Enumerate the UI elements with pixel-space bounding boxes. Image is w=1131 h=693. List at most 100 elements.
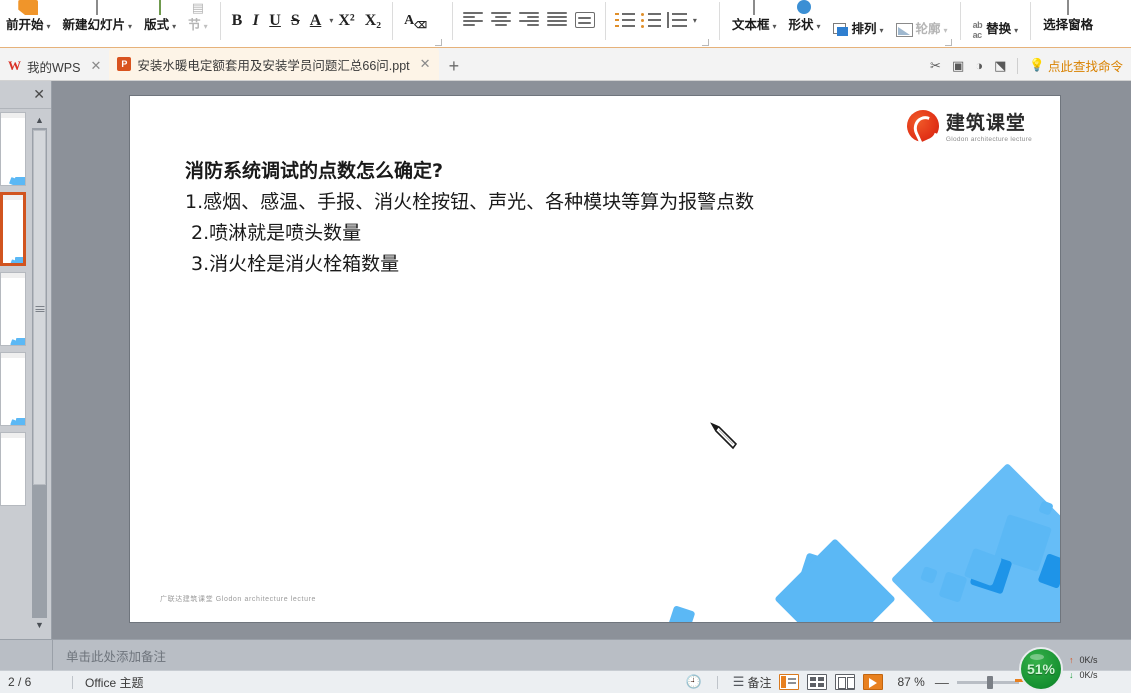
list-item[interactable] (0, 192, 26, 266)
zoom-level[interactable]: 87 % (891, 675, 930, 689)
close-icon[interactable]: ✕ (33, 86, 45, 103)
replace-icon: ab ac (972, 20, 983, 40)
thumbnail-list[interactable] (0, 110, 30, 639)
justify-icon[interactable] (546, 12, 567, 28)
chevron-down-icon[interactable]: ▾ (128, 22, 132, 31)
ribbon-button-shape[interactable]: 形状 ▾ (782, 0, 826, 46)
tab-label-presentation-file: 安装水暖电定额套用及安装学员问题汇总66问.ppt (137, 58, 410, 73)
brand-subtitle: Glodon architecture lecture (945, 136, 1032, 143)
align-center-icon[interactable] (490, 12, 511, 28)
zoom-slider-knob[interactable] (986, 675, 993, 689)
list-item[interactable] (0, 272, 26, 346)
scrollbar-grip (35, 305, 44, 312)
page-indicator[interactable]: 2 / 6 (0, 675, 60, 689)
close-icon[interactable]: ✕ (90, 58, 101, 74)
zoom-slider[interactable] (956, 675, 1019, 689)
status-bar: 2 / 6 Office 主题 🕘 ☰ 备注 87 % — + (0, 670, 1131, 693)
thumbnail-scrollbar[interactable]: ▲ ▼ (32, 113, 47, 633)
italic-button[interactable]: I (247, 6, 264, 36)
align-left-icon[interactable] (462, 12, 483, 28)
slide-canvas[interactable]: 建筑课堂 Glodon architecture lecture 消防系统调试的… (130, 96, 1060, 622)
clear-formatting-icon[interactable]: A⌫ (399, 6, 432, 36)
ribbon-button-textbox[interactable]: 文本框 ▾ (726, 0, 783, 46)
share-icon[interactable]: ◑ (975, 58, 983, 73)
slide-thumbnail-pane: ✕ ▲ ▼ (0, 81, 52, 639)
superscript-button[interactable]: X² (333, 6, 359, 36)
chevron-down-icon[interactable]: ▾ (816, 22, 820, 31)
wps-presentation-window: 前开始 ▾ 新建幻灯片 ▾ 版式 ▾ ▤ 节 ▾ B I U S A ▾ X² … (0, 0, 1131, 693)
ribbon-button-layout[interactable]: 版式 ▾ (138, 0, 182, 46)
tools-icon[interactable]: ✂ (930, 58, 941, 74)
line-spacing-icon[interactable] (666, 12, 687, 28)
ribbon-button-start-slideshow[interactable]: 前开始 ▾ (0, 0, 57, 46)
ribbon-button-selection-pane[interactable]: 选择窗格 (1037, 0, 1099, 46)
chevron-down-icon[interactable]: ▾ (204, 22, 208, 31)
ribbon-button-replace[interactable]: ab ac 替换 ▾ (967, 0, 1025, 46)
drawing-dialog-launcher[interactable] (944, 39, 952, 46)
document-tab-bar: W 我的WPS ✕ P 安装水暖电定额套用及安装学员问题汇总66问.ppt ✕ … (0, 48, 1131, 81)
distribute-icon[interactable] (574, 12, 595, 28)
font-color-button[interactable]: A (305, 6, 327, 36)
close-icon[interactable]: ✕ (420, 56, 431, 72)
slide-decoration (7, 409, 25, 425)
start-slideshow-icon (18, 0, 39, 15)
new-tab-button[interactable]: + (439, 56, 470, 80)
tab-my-wps[interactable]: W 我的WPS ✕ (0, 52, 109, 80)
chevron-down-icon[interactable]: ▾ (172, 22, 176, 31)
network-speed-widget[interactable]: 51% ↑ 0K/s ↓ 0K/s (1015, 645, 1131, 693)
cpu-usage-circle[interactable]: 51% (1019, 647, 1063, 691)
chevron-down-icon[interactable]: ▾ (1014, 26, 1018, 35)
find-command-label: 点此查找命令 (1047, 60, 1123, 74)
slide-line-3: 3.消火栓是消火栓箱数量 (191, 253, 400, 275)
export-icon[interactable]: ⬔ (994, 58, 1006, 74)
tab-bar-right-tools: ✂ ▣ ◑ ⬔ 💡 点此查找命令 (930, 56, 1131, 80)
view-button-normal[interactable] (779, 674, 800, 690)
view-button-slideshow[interactable] (863, 674, 884, 690)
view-button-reading[interactable] (835, 674, 856, 690)
notes-placeholder[interactable]: 单击此处添加备注 (66, 646, 166, 665)
view-button-slide-sorter[interactable] (807, 674, 828, 690)
ribbon-button-new-slide[interactable]: 新建幻灯片 ▾ (57, 0, 139, 46)
ribbon-button-arrange[interactable]: 排列 ▾ (827, 0, 890, 46)
numbered-list-icon[interactable] (614, 12, 635, 28)
align-right-icon[interactable] (518, 12, 539, 28)
strikethrough-button[interactable]: S (286, 6, 305, 36)
notes-pane[interactable]: 单击此处添加备注 (0, 639, 1131, 670)
slide-decoration (7, 329, 25, 345)
chevron-down-icon[interactable]: ▾ (880, 26, 884, 35)
chevron-down-icon[interactable]: ▾ (944, 26, 948, 35)
shape-icon (797, 0, 812, 15)
scroll-up-icon[interactable]: ▲ (32, 113, 47, 128)
notes-icon[interactable]: ☰ (730, 674, 748, 690)
bold-button[interactable]: B (227, 6, 248, 36)
find-command-button[interactable]: 💡 点此查找命令 (1029, 56, 1123, 75)
slide-footer: 广联达建筑课堂 Glodon architecture lecture (160, 596, 316, 603)
chevron-down-icon[interactable]: ▾ (693, 16, 697, 25)
screenshot-icon[interactable]: ▣ (952, 58, 964, 74)
view-buttons (779, 674, 884, 690)
textbox-icon (753, 0, 756, 15)
chevron-down-icon[interactable]: ▾ (772, 22, 776, 31)
history-icon[interactable]: 🕘 (683, 674, 705, 690)
notes-toggle-label[interactable]: 备注 (747, 674, 771, 691)
list-item[interactable] (0, 112, 26, 186)
zoom-out-button[interactable]: — (931, 674, 953, 690)
scroll-down-icon[interactable]: ▼ (32, 618, 47, 633)
subscript-button[interactable]: X₂ (360, 6, 386, 36)
theme-label[interactable]: Office 主题 (85, 674, 143, 691)
underline-button[interactable]: U (264, 6, 286, 36)
chevron-down-icon[interactable]: ▾ (47, 22, 51, 31)
font-dialog-launcher[interactable] (434, 39, 442, 46)
slide-text-body[interactable]: 消防系统调试的点数怎么确定? 1.感烟、感温、手报、消火栓按钮、声光、各种模块等… (185, 156, 1020, 280)
slide-decoration (5, 247, 23, 263)
ribbon-label-outline: 轮廓 (915, 22, 941, 36)
scrollbar-thumb[interactable] (33, 130, 46, 485)
paragraph-dialog-launcher[interactable] (701, 39, 709, 46)
arrange-icon (832, 23, 849, 37)
list-item[interactable] (0, 352, 26, 426)
tab-presentation-file[interactable]: P 安装水暖电定额套用及安装学员问题汇总66问.ppt ✕ (109, 48, 439, 80)
bulleted-list-icon[interactable] (640, 12, 661, 28)
ribbon-label-shape: 形状 (788, 18, 814, 32)
ribbon-button-section[interactable]: ▤ 节 ▾ (182, 0, 214, 46)
list-item[interactable] (0, 432, 26, 506)
